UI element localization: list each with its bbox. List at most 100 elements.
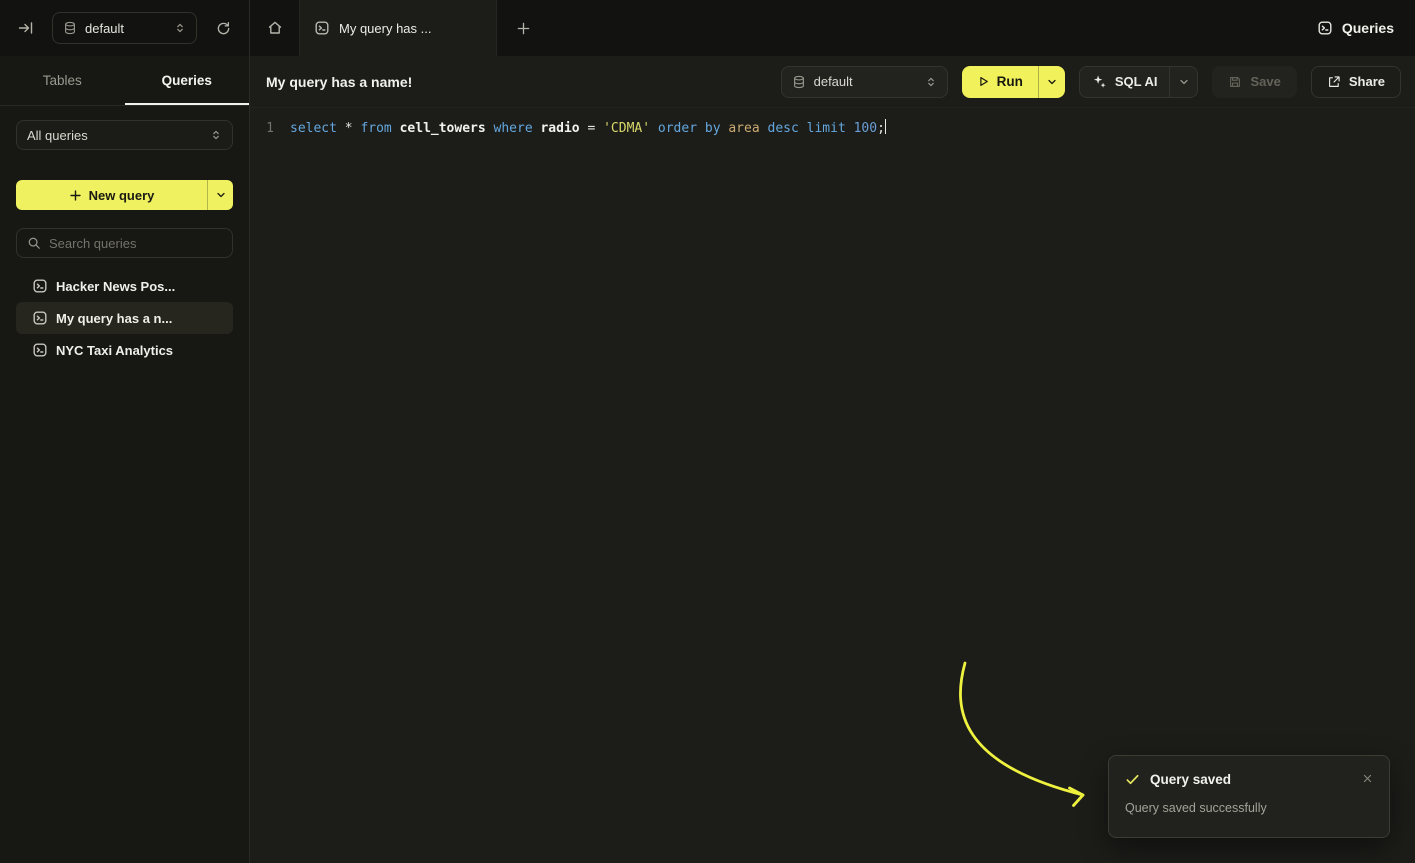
code-token <box>650 121 658 136</box>
code-token: where <box>494 121 533 136</box>
code-line-content: select * from cell_towers where radio = … <box>290 119 886 139</box>
topbar-spacer <box>549 0 1296 56</box>
code-token: * <box>345 121 353 136</box>
sidebar-body: All queries New query <box>0 106 249 380</box>
code-token: order <box>658 121 697 136</box>
sql-ai-label: SQL AI <box>1115 74 1158 89</box>
code-token: select <box>290 121 337 136</box>
new-query-dropdown-button[interactable] <box>208 180 233 210</box>
code-token <box>595 121 603 136</box>
editor-header: My query has a name! default Run <box>250 56 1415 108</box>
code-token: desc <box>768 121 799 136</box>
chevron-down-icon <box>1046 76 1058 88</box>
chevron-down-icon <box>215 189 227 201</box>
share-icon <box>1327 75 1341 89</box>
tab-strip: My query has ... <box>250 0 549 56</box>
code-token: area <box>728 121 759 136</box>
code-token: radio <box>540 121 579 136</box>
sql-ai-dropdown-button[interactable] <box>1170 67 1197 97</box>
chevron-down-icon <box>1178 76 1190 88</box>
query-icon <box>314 20 330 36</box>
code-token: cell_towers <box>400 121 486 136</box>
query-item-label: Hacker News Pos... <box>56 279 175 294</box>
code-token: 'CDMA' <box>603 121 650 136</box>
code-token: by <box>705 121 721 136</box>
query-list: Hacker News Pos... My query has a n... NYC… <box>16 270 233 366</box>
sql-editor[interactable]: 1 select * from cell_towers where radio … <box>250 108 1415 863</box>
save-button[interactable]: Save <box>1212 66 1296 98</box>
topbar-database-selector[interactable]: default <box>52 12 197 44</box>
code-token: 100 <box>854 121 877 136</box>
toast-query-saved: Query saved Query saved successfully <box>1108 755 1390 838</box>
close-toast-button[interactable] <box>1357 768 1377 788</box>
refresh-icon <box>216 21 231 36</box>
run-split-button: Run <box>962 66 1065 98</box>
topbar: default My query has .. <box>0 0 1415 56</box>
collapse-sidebar-button[interactable] <box>14 16 38 40</box>
new-tab-button[interactable] <box>497 0 549 56</box>
home-icon <box>267 20 283 36</box>
save-button-label: Save <box>1250 74 1280 89</box>
query-search <box>16 228 233 258</box>
query-item-label: NYC Taxi Analytics <box>56 343 173 358</box>
page-title: My query has a name! <box>266 74 412 90</box>
search-icon <box>27 236 41 250</box>
code-token <box>697 121 705 136</box>
run-button-label: Run <box>997 74 1023 89</box>
toast-header: Query saved <box>1125 772 1373 787</box>
text-cursor <box>885 119 887 134</box>
code-token <box>337 121 345 136</box>
queries-panel-button[interactable]: Queries <box>1296 0 1415 56</box>
queries-icon <box>1317 20 1333 36</box>
query-list-item[interactable]: Hacker News Pos... <box>16 270 233 302</box>
run-options-button[interactable] <box>1039 66 1065 98</box>
sidebar-tabs: Tables Queries <box>0 56 249 106</box>
toolbar-database-selector[interactable]: default <box>781 66 948 98</box>
query-filter-value: All queries <box>27 128 88 143</box>
code-token: limit <box>807 121 846 136</box>
new-query-button[interactable]: New query <box>16 180 207 210</box>
chevron-updown-icon <box>174 22 186 34</box>
code-token: ; <box>877 121 885 136</box>
home-button[interactable] <box>250 0 299 56</box>
chevron-updown-icon <box>925 76 937 88</box>
query-icon <box>32 278 48 294</box>
code-token <box>486 121 494 136</box>
close-icon <box>1362 773 1373 784</box>
query-item-label: My query has a n... <box>56 311 172 326</box>
search-queries-input[interactable] <box>49 236 225 251</box>
toolbar-database-value: default <box>814 74 853 89</box>
code-token <box>392 121 400 136</box>
tab-my-query[interactable]: My query has ... <box>299 0 497 56</box>
share-button-label: Share <box>1349 74 1385 89</box>
toast-message: Query saved successfully <box>1125 801 1373 815</box>
code-token <box>846 121 854 136</box>
topbar-left: default <box>0 0 250 56</box>
editor-toolbar: default Run <box>781 66 1401 98</box>
sql-console-app: default My query has .. <box>0 0 1415 863</box>
query-icon <box>32 310 48 326</box>
share-button[interactable]: Share <box>1311 66 1401 98</box>
save-icon <box>1228 75 1242 89</box>
plus-icon <box>69 189 82 202</box>
query-filter-select[interactable]: All queries <box>16 120 233 150</box>
run-button[interactable]: Run <box>962 66 1038 98</box>
tab-queries[interactable]: Queries <box>125 56 250 105</box>
tab-label: My query has ... <box>339 21 431 36</box>
tab-tables[interactable]: Tables <box>0 56 125 105</box>
line-number: 1 <box>250 119 290 139</box>
refresh-button[interactable] <box>211 16 235 40</box>
new-query-split-button: New query <box>16 180 233 210</box>
query-icon <box>32 342 48 358</box>
database-selector-value: default <box>85 21 124 36</box>
toast-title: Query saved <box>1150 772 1231 787</box>
arrow-to-bar-icon <box>18 20 34 36</box>
database-icon <box>792 75 806 89</box>
new-query-label: New query <box>89 188 155 203</box>
queries-panel-label: Queries <box>1342 20 1394 36</box>
query-list-item[interactable]: My query has a n... <box>16 302 233 334</box>
sparkles-icon <box>1092 74 1107 89</box>
code-token <box>760 121 768 136</box>
sql-ai-button[interactable]: SQL AI <box>1080 67 1170 97</box>
query-list-item[interactable]: NYC Taxi Analytics <box>16 334 233 366</box>
